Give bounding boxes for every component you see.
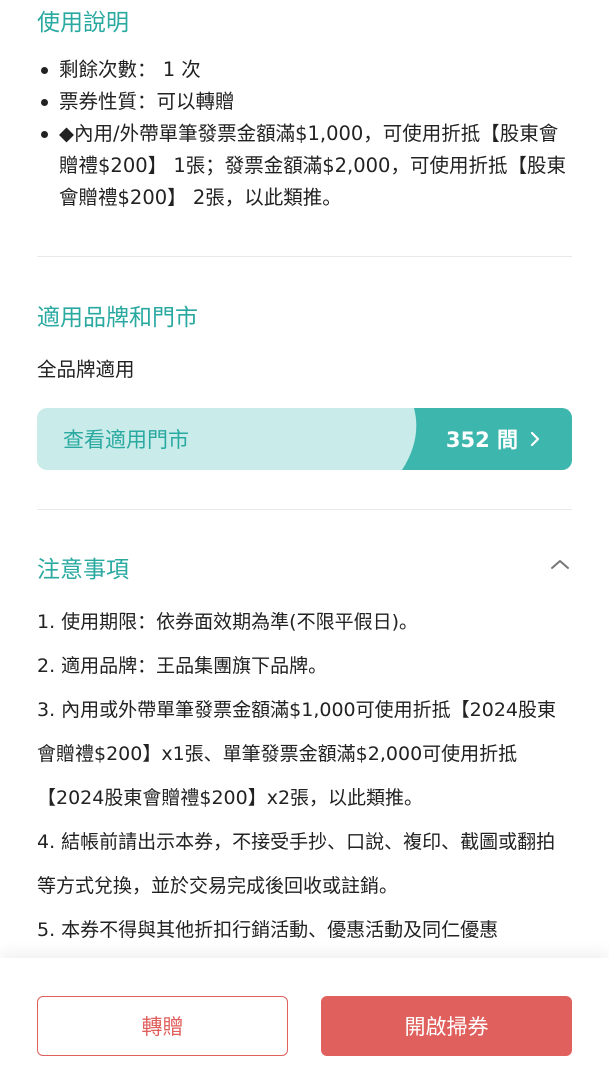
- brand-scope: 全品牌適用: [37, 358, 135, 381]
- note-item: 2. 適用品牌：王品集團旗下品牌。: [37, 655, 328, 677]
- usage-item: ◆內用/外帶單筆發票金額滿$1,000，可使用折抵【股東會贈禮$200】 1張；…: [37, 118, 577, 214]
- action-footer: 轉贈 開啟掃券: [0, 958, 609, 1080]
- note-item: 1. 使用期限：依券面效期為準(不限平假日)。: [37, 611, 418, 633]
- usage-title: 使用說明: [37, 10, 129, 36]
- store-count: 352 間: [446, 424, 540, 454]
- chevron-right-icon: [530, 431, 540, 447]
- usage-item: 票券性質：可以轉贈: [37, 86, 577, 118]
- view-stores-button[interactable]: 查看適用門市 352 間: [37, 408, 572, 470]
- note-item: 5. 本券不得與其他折扣行銷活動、優惠活動及同仁優惠: [37, 919, 499, 941]
- view-stores-label: 查看適用門市: [63, 428, 189, 452]
- usage-item: 剩餘次數： 1 次: [37, 54, 577, 86]
- divider: [37, 509, 572, 510]
- gift-button[interactable]: 轉贈: [37, 996, 288, 1056]
- usage-list: 剩餘次數： 1 次 票券性質：可以轉贈 ◆內用/外帶單筆發票金額滿$1,000，…: [37, 54, 577, 214]
- store-count-text: 352 間: [445, 428, 518, 452]
- divider: [37, 256, 572, 257]
- notes-title: 注意事項: [37, 557, 129, 583]
- open-scan-button[interactable]: 開啟掃券: [321, 996, 572, 1056]
- notes-list: 1. 使用期限：依券面效期為準(不限平假日)。 2. 適用品牌：王品集團旗下品牌…: [37, 600, 572, 952]
- note-item: 3. 內用或外帶單筆發票金額滿$1,000可使用折抵【2024股東會贈禮$200…: [37, 699, 557, 809]
- brands-title: 適用品牌和門市: [37, 305, 198, 331]
- chevron-up-icon[interactable]: [549, 557, 571, 571]
- note-item: 4. 結帳前請出示本券，不接受手抄、口說、複印、截圖或翻拍等方式兌換，並於交易完…: [37, 831, 556, 897]
